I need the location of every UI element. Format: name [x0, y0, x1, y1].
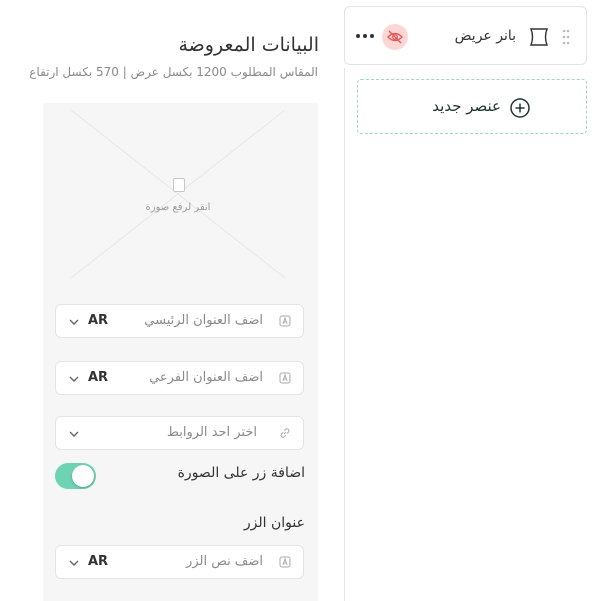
panel-title: البيانات المعروضة [178, 34, 319, 56]
panel-subtitle: المقاس المطلوب 1200 بكسل عرض | 570 بكسل … [29, 65, 318, 79]
button-text-placeholder: اضف نص الزر [186, 554, 263, 569]
link-icon [280, 428, 290, 438]
toggle-knob [72, 465, 94, 487]
panel-divider [344, 68, 345, 601]
sub-title-placeholder: اضف العنوان الفرعي [149, 370, 263, 385]
sub-title-field[interactable]: اضف العنوان الفرعي AR [55, 361, 304, 395]
drag-handle-icon[interactable] [561, 28, 571, 46]
banner-icon [529, 28, 549, 46]
text-icon [279, 372, 291, 384]
add-button-toggle[interactable] [55, 463, 96, 489]
language-select[interactable]: AR [88, 313, 108, 328]
chevron-down-icon[interactable] [68, 428, 80, 440]
chevron-down-icon[interactable] [68, 557, 80, 569]
link-select[interactable]: اختر احد الروابط [55, 416, 304, 450]
hidden-eye-icon[interactable] [382, 24, 408, 50]
language-select[interactable]: AR [88, 554, 108, 569]
main-title-field[interactable]: اضف العنوان الرئيسي AR [55, 304, 304, 338]
image-upload-area[interactable] [71, 110, 285, 278]
chevron-down-icon[interactable] [68, 316, 80, 328]
plus-circle-icon [510, 98, 530, 118]
chevron-down-icon[interactable] [68, 373, 80, 385]
text-icon [279, 556, 291, 568]
upload-hint: انقر لرفع صورة [145, 202, 211, 213]
more-options-icon[interactable] [355, 33, 375, 39]
image-icon [173, 178, 185, 192]
toggle-label: اضافة زر على الصورة [177, 465, 305, 481]
button-text-field[interactable]: اضف نص الزر AR [55, 545, 304, 579]
main-title-placeholder: اضف العنوان الرئيسي [144, 313, 263, 328]
text-icon [279, 315, 291, 327]
language-select[interactable]: AR [88, 370, 108, 385]
button-title-label: عنوان الزر [243, 515, 305, 531]
new-element-label: عنصر جديد [432, 97, 501, 115]
link-placeholder: اختر احد الروابط [166, 425, 257, 440]
banner-label: بانر عريض [454, 28, 516, 44]
